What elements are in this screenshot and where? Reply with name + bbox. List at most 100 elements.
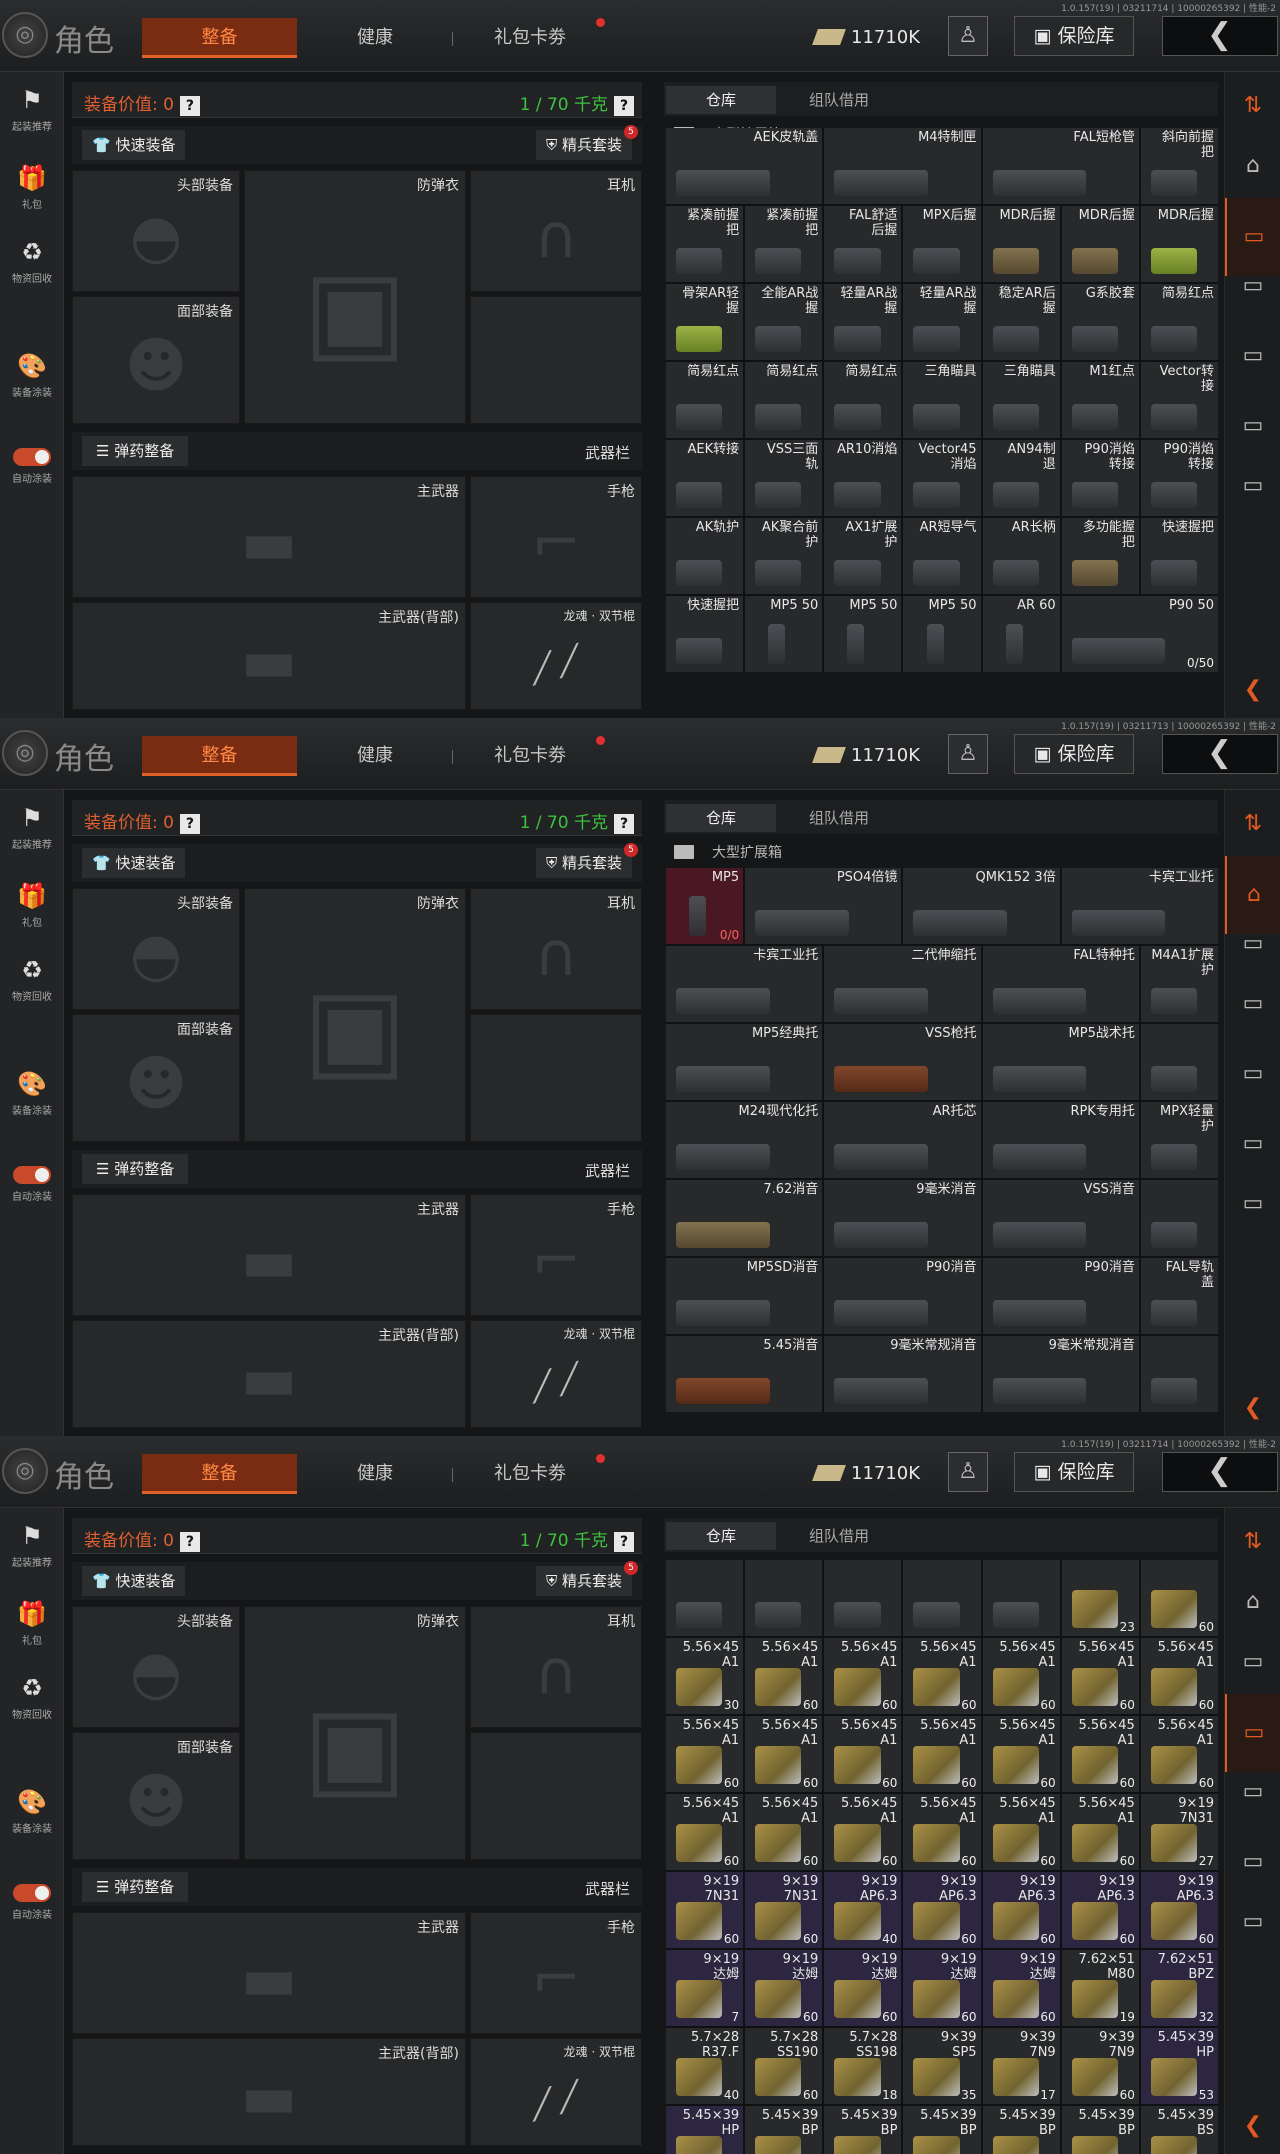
sidebar-item-recycle[interactable]: ♻ 物资回收 <box>4 952 60 1014</box>
inventory-item[interactable]: 骨架AR轻 握 <box>666 284 744 360</box>
tab-team-borrow[interactable]: 组队借用 <box>784 86 894 114</box>
elite-kit-button[interactable]: ⛨ 精兵套装 5 <box>535 843 638 878</box>
inventory-item[interactable]: G系胶套 <box>1061 284 1139 360</box>
earpiece-slot[interactable]: 耳机 ∩ <box>470 888 642 1010</box>
profile-button[interactable]: ♙ <box>948 16 988 56</box>
box-icon[interactable]: ▭ <box>1225 328 1280 384</box>
inventory-item[interactable]: 5.45×39 BP60 <box>982 2106 1060 2154</box>
sort-icon[interactable]: ⇅ <box>1225 1514 1280 1570</box>
inventory-item[interactable]: AR10消焰 <box>824 440 902 516</box>
inventory-item[interactable]: 5.56×45 A1 60 <box>745 1638 823 1714</box>
primary-weapon-slot[interactable]: 主武器 ▬ <box>72 476 466 598</box>
inventory-item[interactable]: 快速握把 <box>1140 518 1218 594</box>
inventory-item[interactable]: 稳定AR后 握 <box>982 284 1060 360</box>
back-button[interactable]: ❮ <box>1162 1452 1278 1492</box>
vault-button[interactable]: ▣ 保险库 <box>1014 16 1134 56</box>
inventory-item[interactable]: 紧凑前握 把 <box>745 206 823 282</box>
inventory-item[interactable]: MDR后握 <box>1140 206 1218 282</box>
inventory-item[interactable]: VSS消音 <box>982 1180 1139 1256</box>
box-icon[interactable]: ▭ <box>1225 258 1280 314</box>
inventory-item[interactable]: P90 50 0/50 <box>1061 596 1218 672</box>
collapse-arrow-icon[interactable]: ❮ <box>1225 672 1280 708</box>
help-icon[interactable]: ? <box>614 96 634 116</box>
tab-team-borrow[interactable]: 组队借用 <box>784 804 894 832</box>
box-icon[interactable]: ▭ <box>1225 916 1280 972</box>
inventory-item[interactable]: P90消音 <box>824 1258 981 1334</box>
inventory-item[interactable]: 7.62消音 <box>666 1180 823 1256</box>
help-icon[interactable]: ? <box>179 1532 200 1552</box>
help-icon[interactable]: ? <box>614 1532 634 1552</box>
inventory-item[interactable]: AN94制 退 <box>982 440 1060 516</box>
sidebar-item-recommend[interactable]: ⚑ 起装推荐 <box>4 82 60 144</box>
inventory-item[interactable]: MP5 0/0 <box>666 868 744 944</box>
elite-kit-button[interactable]: ⛨ 精兵套装 5 <box>535 1561 638 1596</box>
inventory-item[interactable]: MDR后握 <box>1061 206 1139 282</box>
inventory-item[interactable]: 9×19 AP6.3 60 <box>982 1872 1060 1948</box>
inventory-item[interactable]: 多功能握 把 <box>1061 518 1139 594</box>
inventory-item[interactable]: QMK152 3倍 <box>903 868 1060 944</box>
inventory-item[interactable]: 9×19 7N31 60 <box>666 1872 744 1948</box>
inventory-item[interactable] <box>982 1560 1060 1636</box>
inventory-item[interactable]: 5.7×28 SS190 60 <box>745 2028 823 2104</box>
inventory-item[interactable]: FAL特种托 <box>982 946 1139 1022</box>
sidebar-item-gift[interactable]: 🎁 礼包 <box>4 160 60 222</box>
collapse-arrow-icon[interactable]: ❮ <box>1225 1390 1280 1426</box>
inventory-item[interactable]: 9×19 7N31 60 <box>745 1872 823 1948</box>
sidebar-item-auto-paint[interactable]: 自动涂装 <box>4 1160 60 1222</box>
box-icon[interactable]: ▭ <box>1225 1116 1280 1172</box>
inventory-item[interactable]: 9×19 达姆 60 <box>903 1950 981 2026</box>
inventory-item[interactable]: 5.56×45 A1 60 <box>982 1638 1060 1714</box>
inventory-item[interactable]: AR托芯 <box>824 1102 981 1178</box>
inventory-item[interactable]: MDR后握 <box>982 206 1060 282</box>
inventory-item[interactable]: 9×19 达姆 60 <box>982 1950 1060 2026</box>
inventory-item[interactable]: FAL短枪管 <box>982 128 1139 204</box>
auto-paint-toggle[interactable] <box>13 1884 51 1902</box>
sort-icon[interactable]: ⇅ <box>1225 78 1280 134</box>
inventory-item[interactable]: 9毫米常规消音 <box>982 1336 1139 1412</box>
home-icon[interactable]: ⌂ <box>1225 138 1280 194</box>
inventory-item[interactable]: 5.56×45 A1 60 <box>982 1716 1060 1792</box>
inventory-item[interactable]: 全能AR战 握 <box>745 284 823 360</box>
sidebar-item-recycle[interactable]: ♻ 物资回收 <box>4 234 60 296</box>
box-icon[interactable]: ▭ <box>1225 1764 1280 1820</box>
ammo-loadout-button[interactable]: ☰ 弹药整备 <box>82 436 189 466</box>
inventory-item[interactable]: 9毫米消音 <box>824 1180 981 1256</box>
sidebar-item-paint[interactable]: 🎨 装备涂装 <box>4 1784 60 1846</box>
inventory-item[interactable]: FAL导轨 盖 <box>1140 1258 1218 1334</box>
auto-paint-toggle[interactable] <box>13 448 51 466</box>
inventory-item[interactable]: M4特制匣 <box>824 128 981 204</box>
inventory-item[interactable]: 三角瞄具 <box>982 362 1060 438</box>
pistol-slot[interactable]: 手枪 ⌐ <box>470 476 642 598</box>
empty-slot[interactable] <box>470 1014 642 1142</box>
inventory-item[interactable]: 7.62×51 M80 19 <box>1061 1950 1139 2026</box>
inventory-item[interactable]: 5.56×45 A1 60 <box>824 1638 902 1714</box>
earpiece-slot[interactable]: 耳机 ∩ <box>470 170 642 292</box>
inventory-item[interactable]: MP5经典托 <box>666 1024 823 1100</box>
back-button[interactable]: ❮ <box>1162 734 1278 774</box>
help-icon[interactable]: ? <box>179 96 200 116</box>
box-icon[interactable]: ▭ <box>1225 1046 1280 1102</box>
inventory-item[interactable]: 5.56×45 A1 60 <box>745 1794 823 1870</box>
collapse-arrow-icon[interactable]: ❮ <box>1225 2108 1280 2144</box>
inventory-item[interactable]: MP5战术托 <box>982 1024 1139 1100</box>
inventory-item[interactable]: MP5SD消音 <box>666 1258 823 1334</box>
inventory-item[interactable]: 5.56×45 A1 60 <box>903 1638 981 1714</box>
inventory-item[interactable]: 9毫米常规消音 <box>824 1336 981 1412</box>
home-icon[interactable]: ⌂ <box>1225 1574 1280 1630</box>
box-icon[interactable]: ▭ <box>1225 398 1280 454</box>
head-slot[interactable]: 头部装备 ◓ <box>72 170 240 292</box>
inventory-item[interactable]: AR短导气 <box>903 518 981 594</box>
inventory-item[interactable]: 5.56×45 A1 60 <box>903 1716 981 1792</box>
inventory-item[interactable]: 5.56×45 A1 60 <box>824 1794 902 1870</box>
sidebar-item-recommend[interactable]: ⚑ 起装推荐 <box>4 800 60 862</box>
tab-team-borrow[interactable]: 组队借用 <box>784 1522 894 1550</box>
head-slot[interactable]: 头部装备 ◓ <box>72 1606 240 1728</box>
sidebar-item-auto-paint[interactable]: 自动涂装 <box>4 1878 60 1940</box>
inventory-item[interactable]: AX1扩展 护 <box>824 518 902 594</box>
melee-slot[interactable]: 龙魂 · 双节棍 ⟋⟋ <box>470 1320 642 1428</box>
inventory-item[interactable]: RPK专用托 <box>982 1102 1139 1178</box>
box-icon[interactable]: ▭ <box>1225 1634 1280 1690</box>
back-weapon-slot[interactable]: 主武器(背部) ▬ <box>72 1320 466 1428</box>
empty-slot[interactable] <box>470 1732 642 1860</box>
inventory-item[interactable]: 简易红点 <box>666 362 744 438</box>
